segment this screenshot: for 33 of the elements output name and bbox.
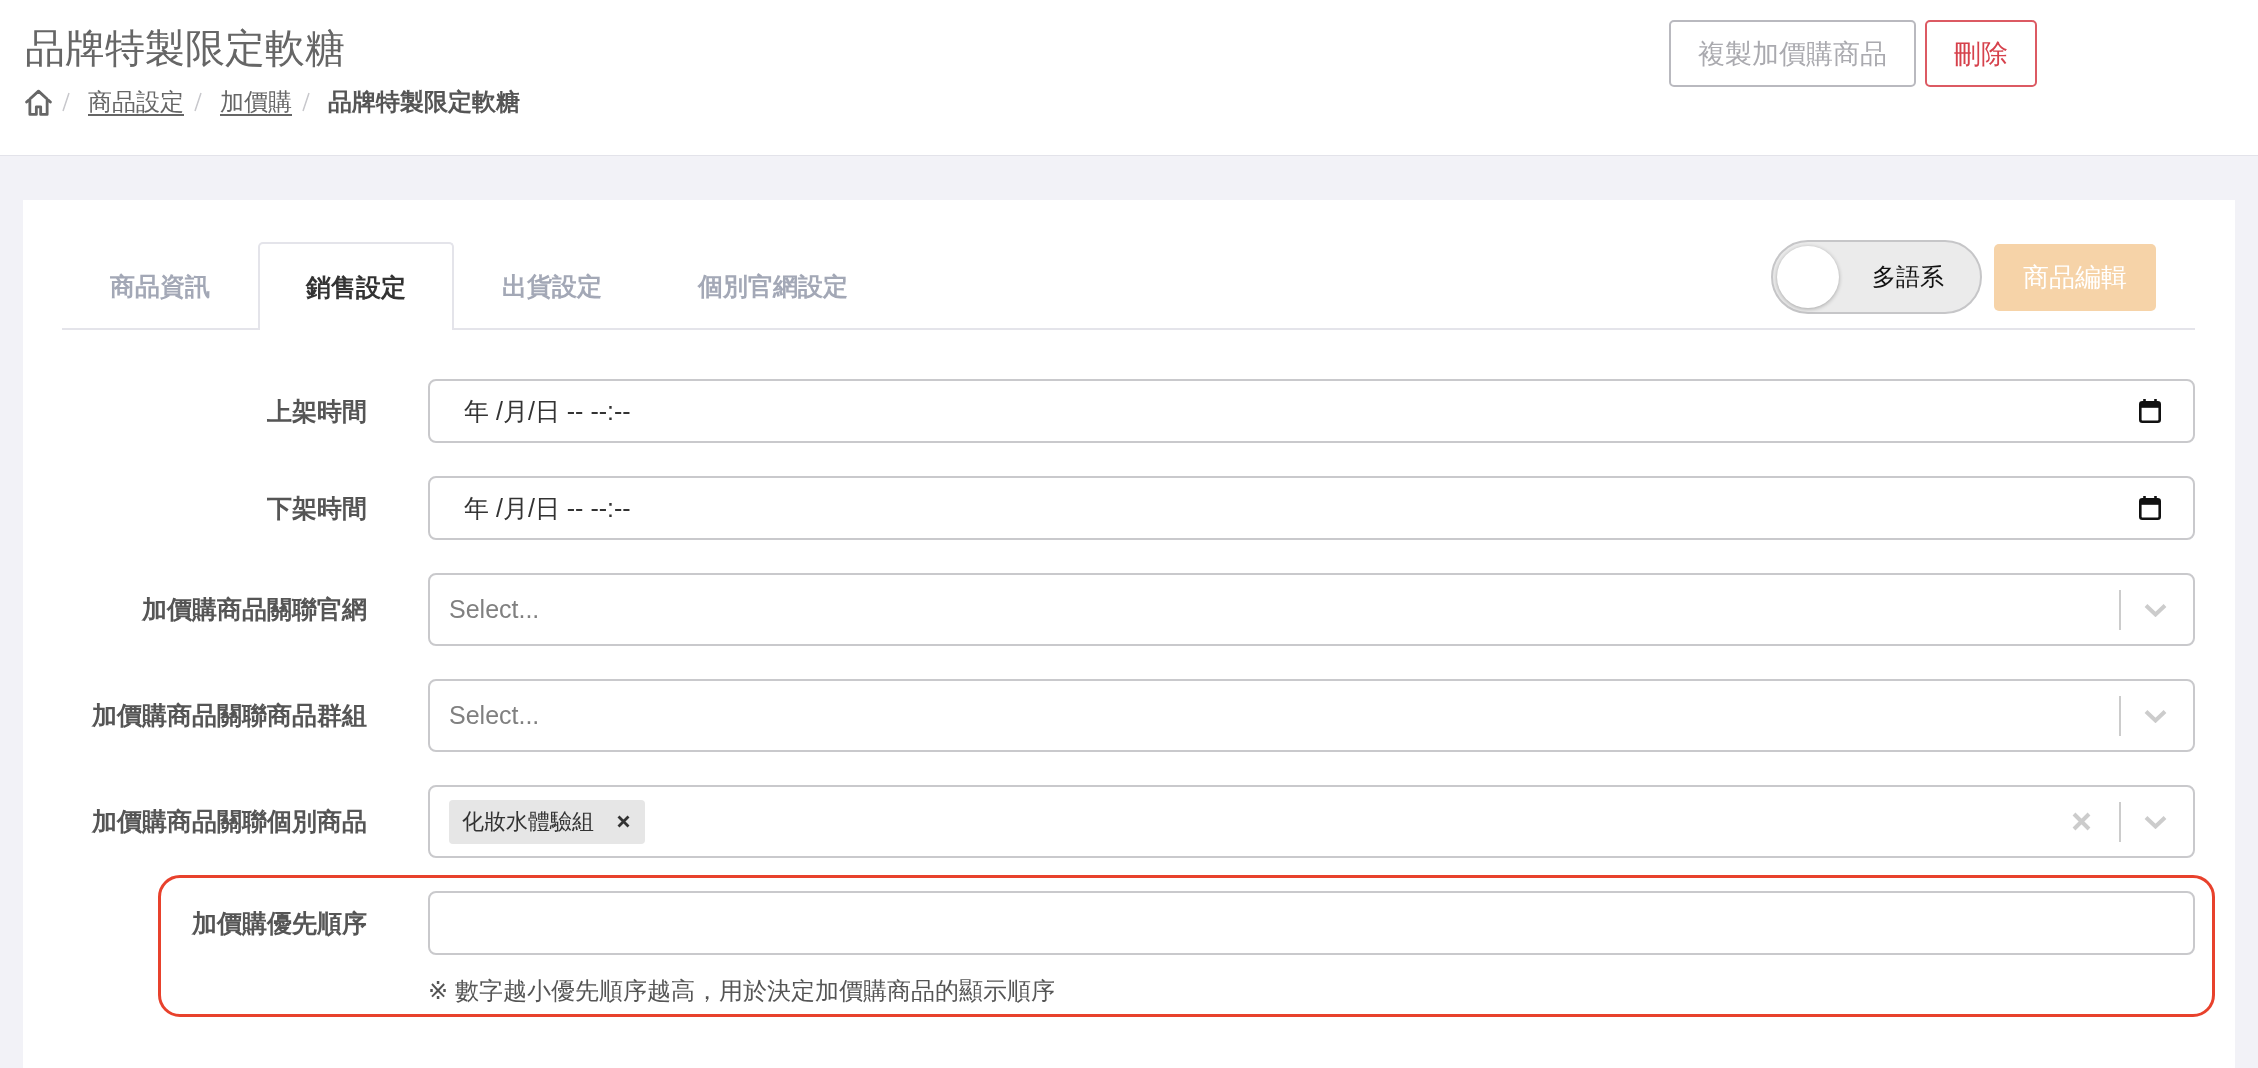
calendar-icon[interactable] [2139, 496, 2161, 520]
select-field[interactable]: Select... [428, 573, 2195, 646]
language-toggle[interactable]: 多語系 [1771, 240, 1982, 314]
toggle-knob[interactable] [1777, 246, 1839, 308]
breadcrumb-link[interactable]: 加價購 [220, 86, 292, 118]
tab[interactable]: 銷售設定 [258, 242, 454, 330]
breadcrumb-current: 品牌特製限定軟糖 [328, 87, 520, 117]
field-label: 加價購優先順序 [190, 907, 367, 939]
priority-input[interactable] [428, 891, 2195, 955]
multi-select-field[interactable]: 化妝水體驗組 [428, 785, 2195, 858]
page-title: 品牌特製限定軟糖 [25, 25, 346, 72]
home-icon[interactable] [25, 88, 52, 116]
calendar-icon[interactable] [2139, 399, 2161, 423]
breadcrumb-separator [194, 92, 202, 112]
breadcrumb-separator [302, 92, 310, 112]
delete-button[interactable]: 刪除 [1925, 20, 2037, 87]
field-label: 下架時間 [266, 492, 367, 524]
field-label: 加價購商品關聯商品群組 [90, 700, 367, 731]
remove-icon[interactable] [617, 815, 630, 828]
selected-tag[interactable]: 化妝水體驗組 [449, 799, 645, 844]
field-label: 上架時間 [266, 395, 367, 427]
breadcrumb-separator [62, 92, 70, 112]
breadcrumb-link[interactable]: 商品設定 [88, 86, 184, 118]
datetime-field[interactable]: 年 /月/日 -- --:-- [428, 476, 2195, 540]
field-label: 加價購商品關聯官網 [140, 594, 367, 625]
field-label: 加價購商品關聯個別商品 [90, 806, 367, 837]
datetime-field[interactable]: 年 /月/日 -- --:-- [428, 379, 2195, 443]
chevron-down-icon[interactable] [2144, 602, 2167, 617]
select-field[interactable]: Select... [428, 679, 2195, 752]
clear-icon[interactable] [2072, 812, 2091, 831]
chevron-down-icon[interactable] [2144, 708, 2167, 723]
chevron-down-icon[interactable] [2144, 814, 2167, 829]
hint-text: ※ 數字越小優先順序越高，用於決定加價購商品的顯示順序 [428, 976, 1056, 1006]
